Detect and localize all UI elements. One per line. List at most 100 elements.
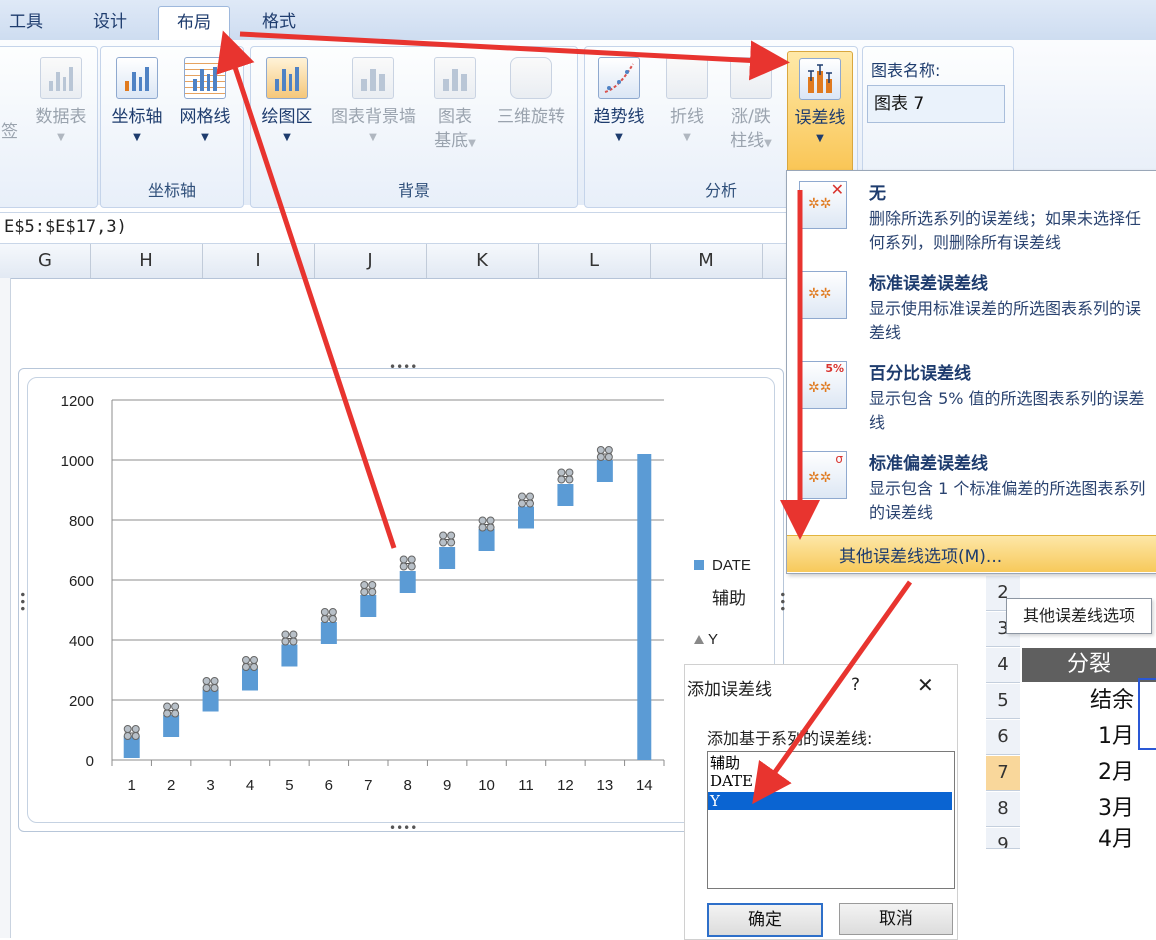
column-header[interactable]: K: [426, 244, 539, 278]
resize-handle-bottom[interactable]: ••••: [389, 821, 417, 835]
formula-bar[interactable]: E$5:$E$17,3): [0, 212, 790, 244]
list-item-selected[interactable]: Y: [708, 792, 952, 810]
chart-svg: 0200400600800100012001 2 3 4 5 6 7 8 9 10 11 12 13 14…: [61, 393, 751, 794]
label-button-fragment[interactable]: 签: [1, 117, 18, 142]
column-header[interactable]: L: [538, 244, 651, 278]
y-marker: [478, 523, 487, 532]
chart-container[interactable]: 0 200 400 600 800 1000 1200 1 2 3 4 5 6 7 8 9 10 11 12 13 14…: [15, 360, 789, 835]
menu-item-standard-error[interactable]: ✲✲ 标准误差误差线 显示使用标准误差的所选图表系列的误差线: [787, 261, 1156, 347]
column-header[interactable]: I: [202, 244, 315, 278]
tab-format[interactable]: 格式: [240, 6, 318, 40]
series-listbox[interactable]: 辅助 DATE Y: [707, 751, 955, 889]
row-header[interactable]: 6: [986, 720, 1020, 755]
3d-rotation-button[interactable]: 三维旋转: [489, 57, 573, 129]
tab-tools[interactable]: 工具: [0, 6, 52, 40]
chart-floor-icon: [434, 57, 476, 99]
error-bars-icon-graphic: [808, 64, 832, 93]
y-marker: [171, 702, 180, 711]
table-cell[interactable]: 1月: [1022, 720, 1134, 754]
column-header[interactable]: H: [90, 244, 203, 278]
y-marker: [486, 523, 495, 532]
gridlines-icon: [184, 57, 226, 99]
group-axes: 坐标轴 ▼ 网格线 ▼ 坐标轴: [100, 46, 244, 208]
updown-bars-icon: [730, 57, 772, 99]
group-labels: 数据表 ▼ 签: [0, 46, 98, 208]
column-headers: G H I J K L M: [0, 244, 790, 279]
list-item[interactable]: DATE: [710, 772, 950, 790]
chevron-down-icon: ▼: [683, 132, 691, 143]
table-header-cell[interactable]: 分裂: [1022, 648, 1156, 682]
x-tick-label: 14: [636, 777, 653, 794]
chart-wall-icon: [352, 57, 394, 99]
help-button[interactable]: ?: [851, 675, 860, 695]
column-header[interactable]: M: [650, 244, 763, 278]
tab-layout[interactable]: 布局: [158, 6, 230, 41]
legend-label-date: DATE: [712, 557, 751, 574]
lines-button[interactable]: 折线 ▼: [655, 57, 719, 147]
chevron-down-icon: ▼: [57, 132, 65, 143]
x-tick-label: 12: [557, 777, 574, 794]
updown-bars-button[interactable]: 涨/跌 柱线▼: [719, 57, 783, 153]
chevron-down-icon: ▼: [133, 132, 141, 143]
row-header[interactable]: 5: [986, 684, 1020, 719]
resize-handle-top[interactable]: ••••: [389, 360, 417, 374]
table-cell[interactable]: 2月: [1022, 756, 1134, 790]
menu-item-percentage[interactable]: 5% ✲✲ 百分比误差线 显示包含 5% 值的所选图表系列的误差线: [787, 351, 1156, 437]
y-marker: [596, 446, 605, 454]
y-marker: [407, 555, 416, 564]
y-marker: [320, 608, 329, 616]
row-header[interactable]: 9: [986, 828, 1020, 849]
more-error-bar-options[interactable]: 其他误差线选项(M)...: [787, 535, 1156, 572]
y-marker: [320, 615, 329, 623]
row-header[interactable]: 8: [986, 792, 1020, 827]
row-header[interactable]: 4: [986, 648, 1020, 683]
trendline-button[interactable]: 趋势线 ▼: [587, 57, 651, 147]
y-marker: [210, 684, 219, 692]
y-marker: [518, 492, 526, 501]
cancel-button[interactable]: 取消: [839, 903, 953, 935]
tab-design[interactable]: 设计: [72, 6, 148, 40]
row-header-selected[interactable]: 7: [986, 756, 1020, 791]
chart-floor-button[interactable]: 图表 基底▼: [423, 57, 487, 153]
y-marker: [565, 468, 574, 477]
menu-item-none[interactable]: ✕ ✲✲ 无 删除所选系列的误差线；如果未选择任何系列，则删除所有误差线: [787, 171, 1156, 257]
menu-item-standard-deviation[interactable]: σ ✲✲ 标准偏差误差线 显示包含 1 个标准偏差的所选图表系列的误差线: [787, 441, 1156, 527]
lines-icon: [666, 57, 708, 99]
bar: [439, 547, 456, 569]
y-marker: [202, 684, 211, 692]
table-cell[interactable]: 4月: [1022, 828, 1134, 848]
column-header[interactable]: J: [314, 244, 427, 278]
chart-wall-button[interactable]: 图表背景墙 ▼: [331, 57, 416, 147]
list-item[interactable]: 辅助: [710, 754, 950, 772]
chevron-down-icon: ▼: [283, 132, 291, 143]
y-marker: [604, 446, 613, 454]
axes-button[interactable]: 坐标轴 ▼: [105, 57, 169, 147]
y-marker: [163, 702, 172, 711]
y-marker: [557, 468, 566, 477]
tooltip: 其他误差线选项: [1006, 598, 1152, 634]
resize-handle-right[interactable]: •••: [775, 591, 789, 612]
table-cell[interactable]: 3月: [1022, 792, 1134, 826]
chevron-down-icon: ▼: [369, 132, 377, 143]
y-marker: [596, 453, 605, 461]
bar: [320, 622, 337, 644]
error-bars-button[interactable]: 误差线 ▼: [787, 51, 853, 177]
plot-area-button[interactable]: 绘图区 ▼: [255, 57, 319, 147]
chart-name-input[interactable]: 图表 7: [867, 85, 1005, 123]
y-marker: [250, 656, 258, 664]
formula-text: E$5:$E$17,3): [4, 217, 127, 237]
table-cell[interactable]: 结余: [1022, 684, 1134, 718]
close-icon[interactable]: ✕: [917, 673, 934, 697]
column-header[interactable]: G: [0, 244, 91, 278]
gridlines-button[interactable]: 网格线 ▼: [173, 57, 237, 147]
bar: [399, 571, 416, 593]
bar: [557, 484, 574, 506]
trendline-icon: [598, 57, 640, 99]
chevron-down-icon: ▼: [816, 133, 824, 144]
chart-area[interactable]: 0 200 400 600 800 1000 1200 1 2 3 4 5 6 7 8 9 10 11 12 13 14…: [27, 377, 775, 823]
trendline-icon-graphic: [604, 63, 634, 93]
resize-handle-left[interactable]: •••: [15, 591, 29, 612]
data-table-button[interactable]: 数据表 ▼: [29, 57, 93, 147]
ok-button[interactable]: 确定: [707, 903, 823, 937]
y-marker: [123, 732, 132, 740]
